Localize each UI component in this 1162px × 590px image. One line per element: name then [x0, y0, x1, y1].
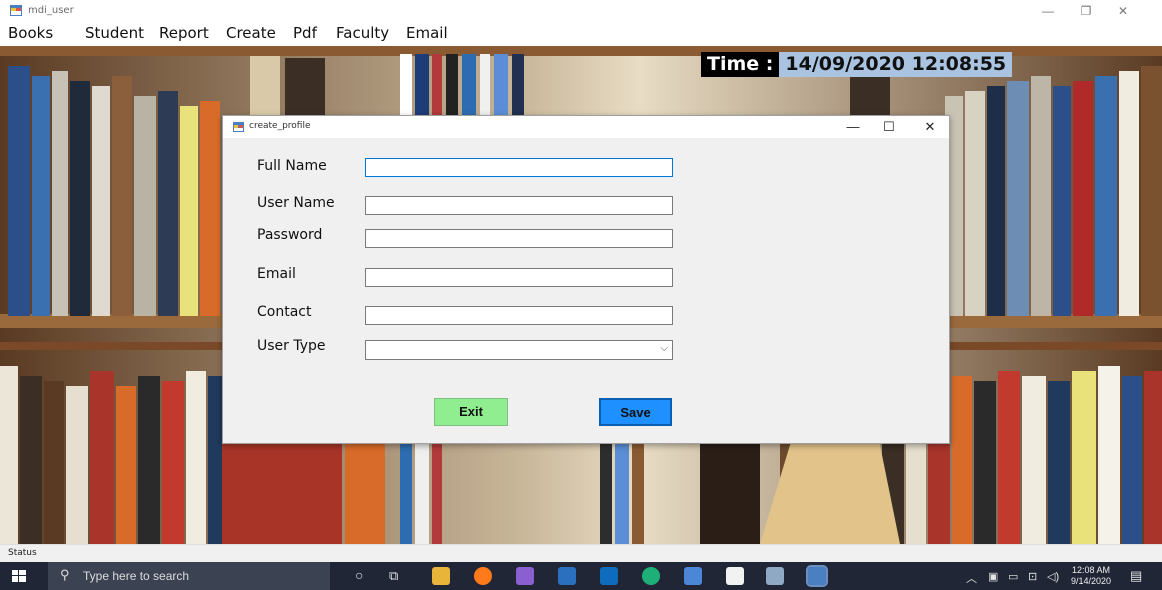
dialog-titlebar: create_profile — ☐ ✕: [223, 116, 949, 138]
taskbar-clock[interactable]: 12:08 AM 9/14/2020: [1066, 565, 1116, 587]
save-button[interactable]: Save: [599, 398, 672, 426]
notification-icon[interactable]: ▤: [1130, 568, 1142, 584]
menu-faculty[interactable]: Faculty: [336, 24, 389, 42]
search-icon: ⚲: [60, 567, 70, 582]
dialog-title: create_profile: [249, 121, 311, 131]
network-icon[interactable]: ⊡: [1028, 570, 1037, 583]
restore-icon[interactable]: ❐: [1071, 0, 1101, 22]
app-icon-blue[interactable]: [558, 567, 576, 585]
file-explorer-icon[interactable]: [432, 567, 450, 585]
menu-books[interactable]: Books: [8, 24, 53, 42]
window-title: mdi_user: [28, 5, 74, 16]
task-view-icon[interactable]: ⧉: [389, 568, 398, 584]
email-input[interactable]: [365, 268, 673, 287]
menu-student[interactable]: Student: [85, 24, 144, 42]
dialog-maximize-icon[interactable]: ☐: [874, 116, 904, 138]
user-type-select[interactable]: ⌵: [365, 340, 673, 360]
outlook-icon[interactable]: [600, 567, 618, 585]
email-label: Email: [257, 266, 296, 282]
create-profile-dialog: create_profile — ☐ ✕ Full Name User Name…: [222, 115, 950, 444]
status-bar: Status: [0, 544, 1162, 562]
clock-value: 14/09/2020 12:08:55: [779, 52, 1013, 77]
contact-input[interactable]: [365, 306, 673, 325]
close-icon[interactable]: ✕: [1108, 0, 1138, 22]
taskbar-time: 12:08 AM: [1071, 565, 1111, 575]
cortana-icon[interactable]: ○: [355, 567, 363, 583]
password-label: Password: [257, 227, 323, 243]
taskbar-search[interactable]: ⚲ Type here to search: [48, 562, 330, 590]
visual-studio-icon[interactable]: [516, 567, 534, 585]
clock-panel: Time : 14/09/2020 12:08:55: [701, 52, 1013, 77]
user-type-label: User Type: [257, 338, 326, 354]
dialog-minimize-icon[interactable]: —: [838, 116, 868, 138]
firefox-icon[interactable]: [474, 567, 492, 585]
taskbar: ⚲ Type here to search ○ ⧉ ︿ ▣ ▭ ⊡ ◁) 12:…: [0, 562, 1162, 590]
full-name-input[interactable]: [365, 158, 673, 177]
taskbar-date: 9/14/2020: [1070, 576, 1112, 586]
app-icon: [10, 5, 22, 16]
user-name-input[interactable]: [365, 196, 673, 215]
volume-icon[interactable]: ◁): [1047, 570, 1059, 583]
mdi-user-app-icon[interactable]: [806, 565, 828, 587]
full-name-label: Full Name: [257, 158, 327, 174]
contact-label: Contact: [257, 304, 312, 320]
tray-chevron-up-icon[interactable]: ︿: [966, 570, 977, 586]
user-name-label: User Name: [257, 195, 335, 211]
windows-start-icon[interactable]: [12, 570, 26, 582]
paint-icon[interactable]: [766, 567, 784, 585]
dialog-close-icon[interactable]: ✕: [915, 116, 945, 138]
menu-bar: Books Student Report Create Pdf Faculty …: [0, 22, 1162, 46]
menu-email[interactable]: Email: [406, 24, 448, 42]
minimize-icon[interactable]: —: [1033, 0, 1063, 22]
menu-pdf[interactable]: Pdf: [293, 24, 317, 42]
clock-label: Time :: [701, 52, 780, 77]
chevron-down-icon: ⌵: [660, 343, 668, 354]
dialog-app-icon: [233, 122, 244, 132]
tray-app-icon[interactable]: ▣: [988, 570, 998, 583]
upwork-icon[interactable]: [642, 567, 660, 585]
menu-create[interactable]: Create: [226, 24, 276, 42]
menu-report[interactable]: Report: [159, 24, 209, 42]
network-app-icon[interactable]: [684, 567, 702, 585]
window-titlebar: mdi_user — ❐ ✕: [0, 0, 1162, 22]
search-placeholder: Type here to search: [83, 569, 190, 583]
tray-battery-icon[interactable]: ▭: [1008, 570, 1018, 583]
exit-button[interactable]: Exit: [434, 398, 508, 426]
notepad-icon[interactable]: [726, 567, 744, 585]
password-input[interactable]: [365, 229, 673, 248]
status-text: Status: [8, 548, 37, 558]
